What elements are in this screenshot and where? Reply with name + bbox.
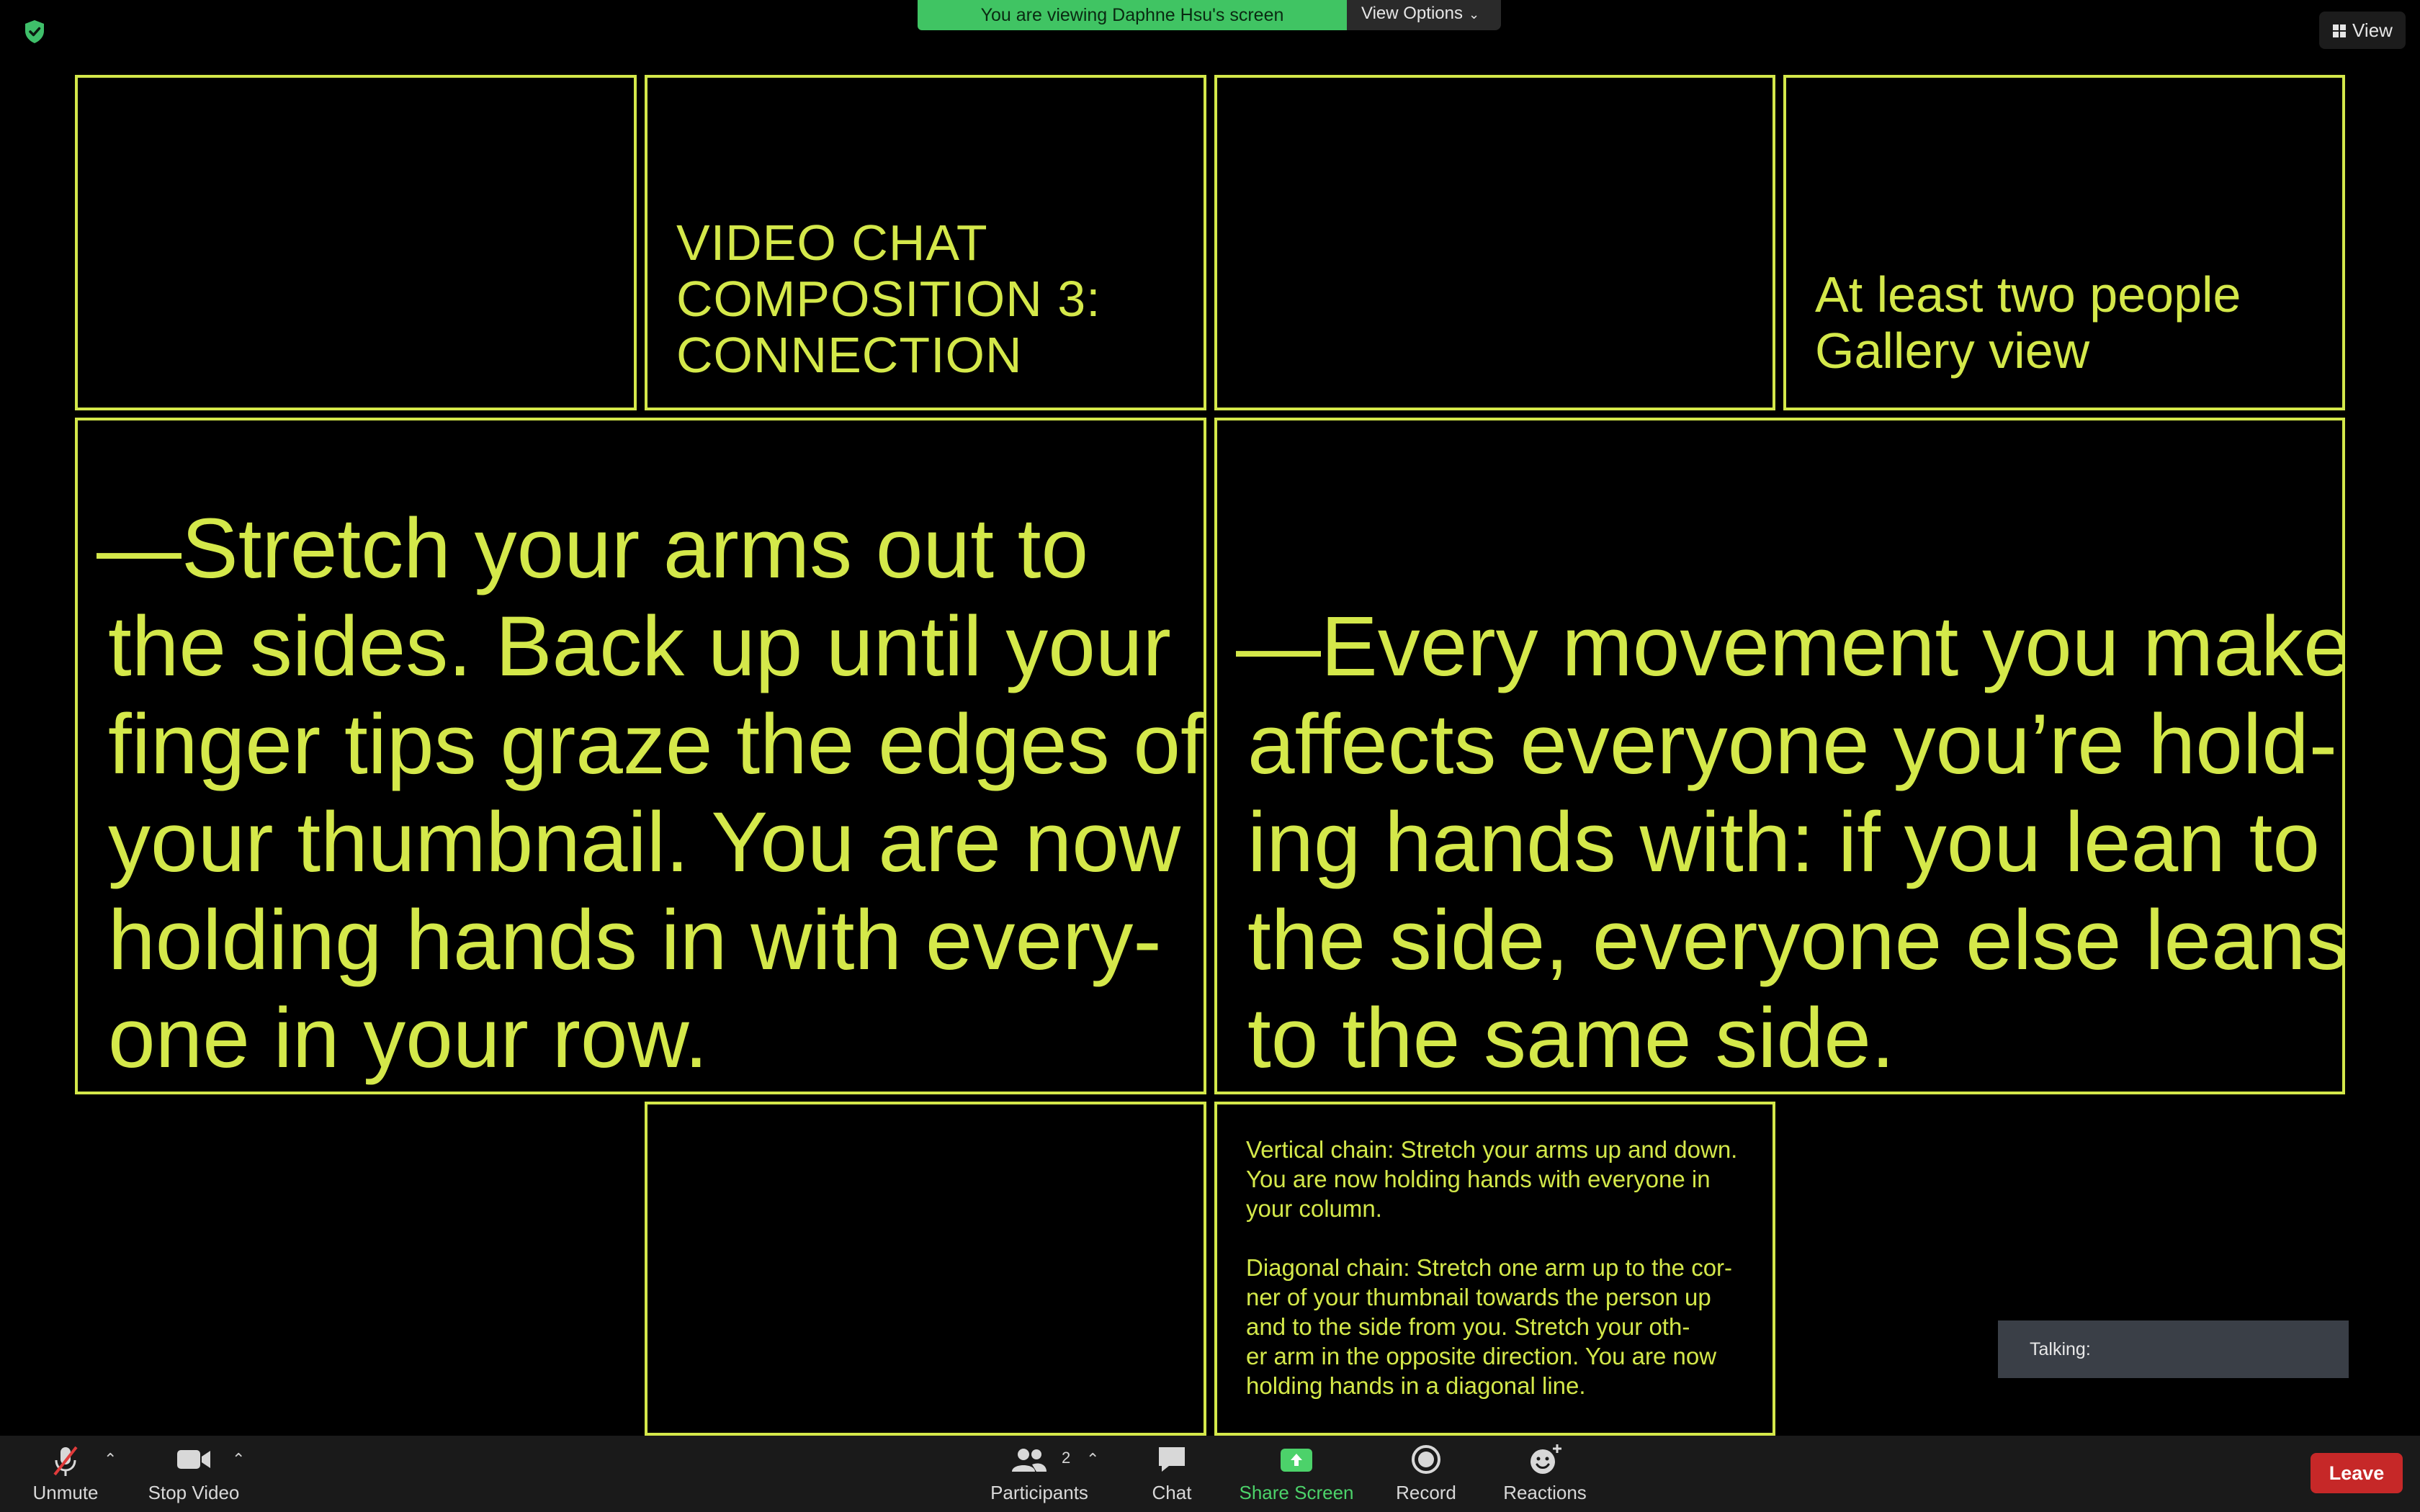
instruction-line: —Stretch your arms out to — [97, 501, 1089, 596]
instruction-line: one in your row. — [108, 991, 709, 1086]
audio-options-caret-icon[interactable]: ⌃ — [104, 1450, 117, 1469]
instruction-line: —Every movement you make — [1236, 599, 2345, 694]
participants-icon — [1012, 1449, 1047, 1472]
instruction-line: the sides. Back up until your — [108, 599, 1171, 694]
reactions-label: Reactions — [1503, 1482, 1587, 1503]
participants-label: Participants — [990, 1482, 1088, 1503]
share-screen-icon — [1281, 1449, 1312, 1472]
diagonal-chain-line: Diagonal chain: Stretch one arm up to th… — [1246, 1254, 1733, 1281]
participants-count: 2 — [1062, 1449, 1071, 1467]
vertical-chain-line: Vertical chain: Stretch your arms up and… — [1246, 1136, 1738, 1163]
empty-tile — [645, 1102, 1206, 1436]
chat-label: Chat — [1152, 1482, 1192, 1503]
view-button-label: View — [2352, 19, 2393, 41]
view-options-button[interactable]: View Options ⌄ — [1347, 0, 1501, 30]
chain-instructions-text: Vertical chain: Stretch your arms up and… — [1246, 1135, 1737, 1400]
view-button[interactable]: View — [2319, 12, 2406, 49]
instruction-line: affects everyone you’re hold- — [1247, 697, 2338, 792]
instruction-line: finger tips graze the edges of — [108, 697, 1204, 792]
title-tile: VIDEO CHAT COMPOSITION 3: CONNECTION — [645, 75, 1206, 410]
instruction-line: your thumbnail. You are now — [108, 795, 1181, 890]
share-screen-label: Share Screen — [1239, 1482, 1354, 1503]
chevron-down-icon: ⌄ — [1468, 7, 1480, 22]
instruction-line: the side, everyone else leans — [1247, 893, 2345, 988]
requirements-line: Gallery view — [1815, 323, 2090, 379]
title-line: VIDEO CHAT — [676, 215, 988, 271]
talking-indicator: Talking: — [1998, 1320, 2349, 1378]
instruction-tile-movement: —Every movement you make affects everyon… — [1214, 418, 2345, 1094]
diagonal-chain-line: er arm in the opposite direction. You ar… — [1246, 1343, 1717, 1369]
instruction-line: ing hands with: if you lean to — [1247, 795, 2321, 890]
gallery-grid-icon — [2333, 24, 2347, 37]
reactions-emoji-icon — [1531, 1444, 1561, 1474]
reactions-button[interactable]: Reactions — [1498, 1436, 1592, 1512]
requirements-tile: At least two people Gallery view — [1783, 75, 2345, 410]
video-camera-icon — [177, 1450, 210, 1469]
empty-tile — [75, 75, 637, 410]
vertical-chain-line: You are now holding hands with everyone … — [1246, 1166, 1711, 1192]
composition-title: VIDEO CHAT COMPOSITION 3: CONNECTION — [676, 215, 1101, 383]
record-button[interactable]: Record — [1390, 1436, 1462, 1512]
unmute-label: Unmute — [32, 1482, 99, 1503]
participants-options-caret-icon[interactable]: ⌃ — [1086, 1450, 1099, 1469]
stop-video-button[interactable]: Stop Video — [141, 1436, 246, 1512]
view-options-label: View Options — [1361, 4, 1463, 23]
screen-share-banner: You are viewing Daphne Hsu's screen — [918, 0, 1347, 30]
muted-microphone-icon — [53, 1446, 78, 1476]
instruction-line: to the same side. — [1247, 991, 1895, 1086]
diagonal-chain-line: and to the side from you. Stretch your o… — [1246, 1313, 1690, 1340]
vertical-chain-line: your column. — [1246, 1195, 1382, 1222]
instruction-tile-row: —Stretch your arms out to the sides. Bac… — [75, 418, 1206, 1094]
title-line: COMPOSITION 3: — [676, 271, 1101, 327]
instruction-line: holding hands in with every- — [108, 893, 1162, 988]
chat-button[interactable]: Chat — [1138, 1436, 1206, 1512]
row-instruction-text: —Stretch your arms out to the sides. Bac… — [97, 500, 1204, 1087]
leave-button[interactable]: Leave — [2311, 1453, 2403, 1493]
title-line: CONNECTION — [676, 327, 1023, 383]
video-options-caret-icon[interactable]: ⌃ — [232, 1450, 245, 1469]
meeting-toolbar: Unmute ⌃ Stop Video ⌃ 2 Participants ⌃ C… — [0, 1436, 2420, 1512]
record-icon — [1412, 1445, 1440, 1474]
share-screen-button[interactable]: Share Screen — [1239, 1436, 1354, 1512]
chain-instructions-tile: Vertical chain: Stretch your arms up and… — [1214, 1102, 1775, 1436]
movement-instruction-text: —Every movement you make affects everyon… — [1236, 598, 2345, 1087]
unmute-button[interactable]: Unmute — [22, 1436, 109, 1512]
security-shield-icon[interactable] — [20, 17, 49, 46]
chat-bubble-icon — [1159, 1447, 1185, 1472]
record-label: Record — [1396, 1482, 1456, 1503]
requirements-text: At least two people Gallery view — [1815, 266, 2241, 379]
diagonal-chain-line: ner of your thumbnail towards the person… — [1246, 1284, 1711, 1310]
diagonal-chain-line: holding hands in a diagonal line. — [1246, 1372, 1586, 1399]
stop-video-label: Stop Video — [148, 1482, 240, 1503]
empty-tile — [1214, 75, 1775, 410]
requirements-line: At least two people — [1815, 266, 2241, 323]
participants-button[interactable]: 2 Participants — [987, 1436, 1092, 1512]
